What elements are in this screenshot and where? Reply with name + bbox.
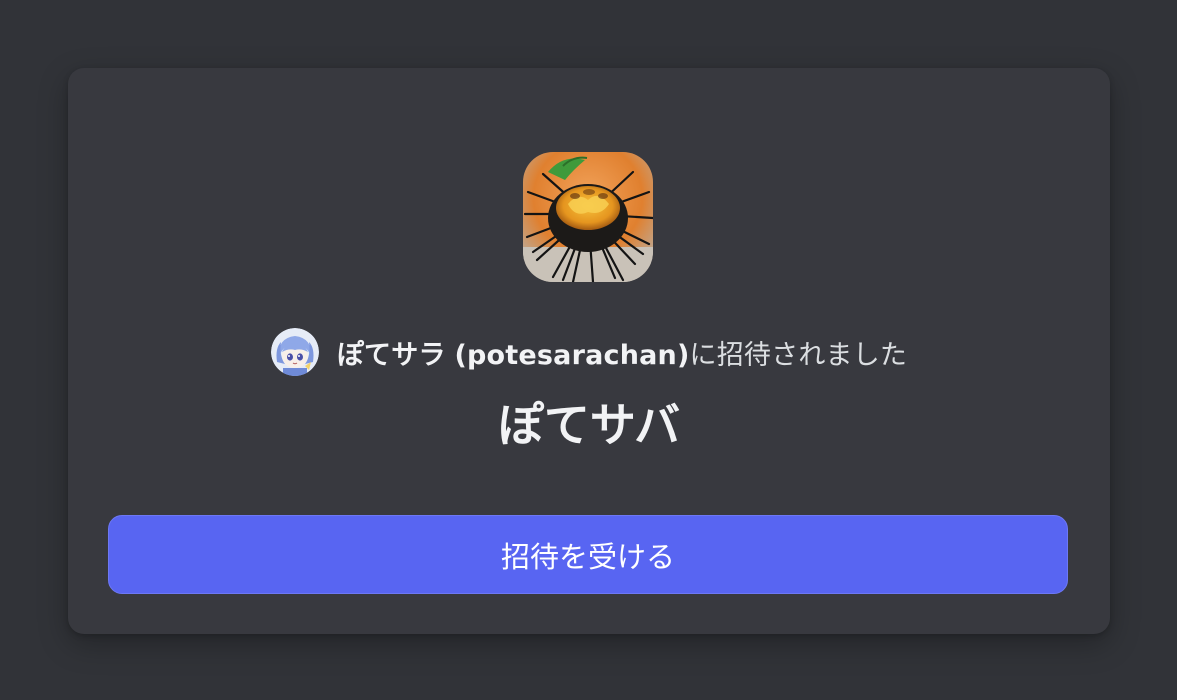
server-name: ぽてサバ	[497, 398, 681, 452]
invited-suffix: に招待されました	[689, 339, 908, 371]
invite-card: ぽてサラ (potesarachan)に招待されました ぽてサバ 招待を受ける	[68, 68, 1110, 634]
server-icon	[523, 152, 653, 282]
accept-invite-button-label: 招待を受ける	[500, 539, 675, 574]
inviter-avatar[interactable]	[270, 328, 319, 376]
invite-page: ぽてサラ (potesarachan)に招待されました ぽてサバ 招待を受ける	[0, 0, 1177, 700]
inviter-username[interactable]: (potesarachan)	[454, 340, 689, 371]
inviter-row: ぽてサラ (potesarachan)に招待されました	[68, 326, 1110, 378]
inviter-text: ぽてサラ (potesarachan)に招待されました	[337, 333, 907, 372]
accept-invite-button[interactable]: 招待を受ける	[108, 515, 1068, 594]
inviter-display-name[interactable]: ぽてサラ	[337, 340, 446, 371]
